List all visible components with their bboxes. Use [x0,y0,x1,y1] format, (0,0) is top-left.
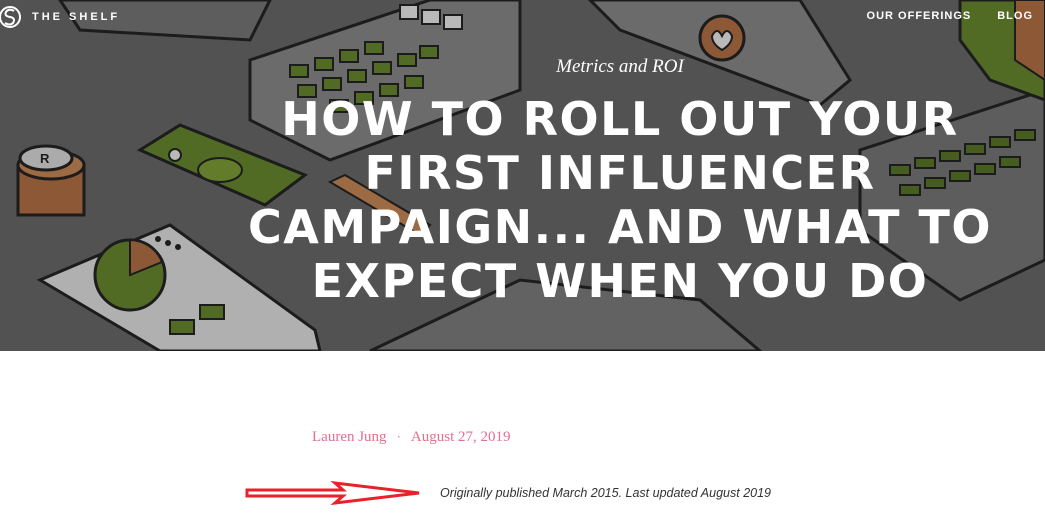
nav-our-offerings[interactable]: OUR OFFERINGS [867,10,972,22]
post-date: August 27, 2019 [410,429,511,445]
hero-banner: R THE SHELF OUR OFFERINGS BLOG Metrics a… [0,0,1045,351]
top-nav: OUR OFFERINGS BLOG [867,10,1033,22]
nav-blog[interactable]: BLOG [997,10,1033,22]
brand-name: THE SHELF [32,11,121,23]
post-category[interactable]: Metrics and ROI [0,56,1045,78]
byline-separator: · [396,429,401,444]
shelf-logo-icon [0,6,21,28]
red-arrow-annotation-icon [245,481,420,505]
brand-logo[interactable]: THE SHELF [0,4,120,30]
author-link[interactable]: Lauren Jung [312,429,387,445]
publish-history-note: Originally published March 2015. Last up… [440,486,772,500]
post-title: HOW TO ROLL OUT YOUR FIRST INFLUENCER CA… [248,92,992,308]
post-byline: Lauren Jung · August 27, 2019 [312,429,511,446]
